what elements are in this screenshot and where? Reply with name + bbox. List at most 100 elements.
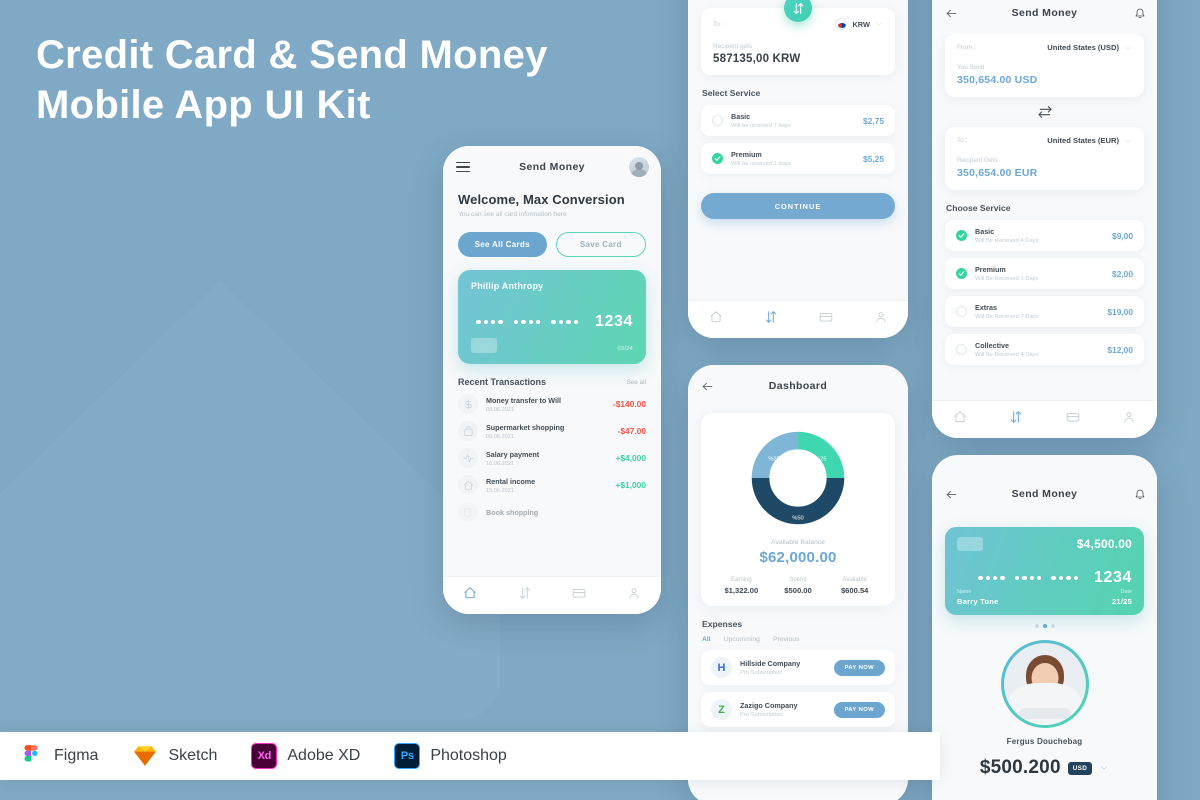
back-button[interactable] xyxy=(701,380,714,393)
radio-icon xyxy=(956,344,967,355)
software-compatibility-bar: Figma Sketch Xd Adobe XD Ps Photoshop xyxy=(0,732,940,780)
nav-user-icon[interactable] xyxy=(627,586,641,605)
nav-transfer-icon[interactable] xyxy=(518,586,532,605)
card-last4: 1234 xyxy=(595,313,633,330)
expense-row-hillside[interactable]: H Hillside Company Pro Subscription PAY … xyxy=(701,650,895,685)
service-name: Premium xyxy=(731,150,762,159)
from-country-selector[interactable]: United States (USD) xyxy=(1047,43,1132,52)
see-all-link[interactable]: See all xyxy=(626,379,646,386)
from-country: United States (USD) xyxy=(1047,43,1119,52)
carousel-dot[interactable] xyxy=(1034,624,1039,628)
expenses-tabs: All Upcomming Previous xyxy=(688,629,908,643)
transactions-title: Recent Transactions xyxy=(458,377,547,387)
software-item-photoshop: Ps Photoshop xyxy=(394,743,507,769)
chevron-down-icon[interactable] xyxy=(1099,763,1109,773)
transaction-row[interactable]: Book shopping xyxy=(443,495,661,522)
welcome-greeting: Welcome, Max Conversion xyxy=(458,192,625,207)
background-watermark xyxy=(0,280,500,720)
radio-checked-icon xyxy=(956,268,967,279)
nav-card-icon[interactable] xyxy=(572,586,586,605)
nav-user-icon[interactable] xyxy=(1122,410,1136,429)
pay-now-button[interactable]: PAY NOW xyxy=(833,701,885,718)
transaction-row[interactable]: Supermarket shopping 06.06.2021 -$47.00 xyxy=(443,414,661,441)
user-avatar xyxy=(628,156,650,178)
chevron-down-icon xyxy=(1125,46,1131,49)
see-all-cards-button[interactable]: See All Cards xyxy=(458,232,547,257)
save-card-button[interactable]: Save Card xyxy=(555,232,646,257)
profile-button[interactable] xyxy=(628,156,650,178)
transaction-amount: -$47.00 xyxy=(617,426,646,436)
card-chip-icon xyxy=(957,537,983,551)
tab-previous[interactable]: Previous xyxy=(773,636,799,643)
back-button[interactable] xyxy=(945,7,958,20)
card-number: 1234 xyxy=(458,313,633,331)
notifications-button[interactable] xyxy=(1134,488,1146,500)
nav-user-icon[interactable] xyxy=(874,310,888,329)
card-carousel-dots[interactable] xyxy=(932,624,1157,628)
software-label: Figma xyxy=(54,747,99,764)
transaction-amount: -$140.00 xyxy=(612,399,646,409)
recipient-gets-label: Recipent gets xyxy=(713,43,753,50)
nav-transfer-icon[interactable] xyxy=(764,310,778,329)
service-option-premium[interactable]: Premium Will Be Received 1 Days $2,00 xyxy=(945,258,1144,289)
tab-all[interactable]: All xyxy=(702,636,711,643)
transaction-amount: +$1,000 xyxy=(615,480,646,490)
phone1-title: Send Money xyxy=(519,161,585,173)
back-button[interactable] xyxy=(945,488,958,501)
continue-button[interactable]: CONTINUE xyxy=(701,193,895,219)
service-option-premium[interactable]: Premium Will be received 1 days $5,25 xyxy=(701,143,895,174)
pay-now-button[interactable]: PAY NOW xyxy=(833,659,885,676)
service-option-basic[interactable]: Basic Will Be Received 4 Days $9,00 xyxy=(945,220,1144,251)
card-name-label: Name xyxy=(957,589,972,595)
nav-card-icon[interactable] xyxy=(1066,410,1080,429)
profile-avatar xyxy=(1000,640,1089,728)
tab-upcomming[interactable]: Upcomming xyxy=(724,636,760,643)
phone-mockup-select-service: To : KRW Recipent gets 587135,00 KRW Sel… xyxy=(688,0,908,338)
to-label: To : xyxy=(713,20,724,28)
credit-card[interactable]: $4,500.00 1234 Name Barry Tone Date 21/2… xyxy=(945,527,1144,615)
swap-icon xyxy=(1037,106,1052,118)
donut-chart: %25 %50 %25 xyxy=(713,426,883,530)
card-name-value: Barry Tone xyxy=(957,597,999,606)
activity-icon xyxy=(458,448,478,468)
phone-mockup-profile: Send Money $4,500.00 1234 Name Barry Ton… xyxy=(932,455,1157,800)
balance-card: %25 %50 %25 Available Balance $62,000.00… xyxy=(701,413,895,606)
from-currency-card: From : United States (USD) You Send 350,… xyxy=(945,34,1144,97)
currency-badge[interactable]: USD xyxy=(1067,761,1093,775)
transaction-row[interactable]: Rental income 15.06.2021 +$1,000 xyxy=(443,468,661,495)
back-arrow-icon xyxy=(946,490,957,498)
menu-button[interactable] xyxy=(456,161,470,173)
carousel-dot[interactable] xyxy=(1050,624,1055,628)
phone2-bottom-nav xyxy=(688,300,908,338)
hamburger-icon xyxy=(456,161,470,173)
card-actions: See All Cards Save Card xyxy=(443,218,661,257)
expense-row-zazigo[interactable]: Z Zazigo Company Pro Subscription PAY NO… xyxy=(701,692,895,727)
nav-home-icon[interactable] xyxy=(709,310,723,329)
profile-amount-row: $500.200 USD xyxy=(932,757,1157,779)
transaction-date: 08.06.2021 xyxy=(486,406,514,413)
service-option-basic[interactable]: Basic Will be received 7 days $2,75 xyxy=(701,105,895,136)
photoshop-icon: Ps xyxy=(394,743,421,769)
transaction-row[interactable]: Money transfer to Will 08.06.2021 -$140.… xyxy=(443,387,661,414)
donut-label-1: %25 xyxy=(815,456,826,462)
carousel-dot-active[interactable] xyxy=(1042,624,1047,628)
nav-card-icon[interactable] xyxy=(819,310,833,329)
nav-home-icon[interactable] xyxy=(953,410,967,429)
service-price: $12,00 xyxy=(1107,344,1133,355)
software-label: Adobe XD xyxy=(287,747,361,764)
phone3-title: Send Money xyxy=(1011,7,1078,19)
radio-icon xyxy=(712,115,723,126)
profile-name: Fergus Douchebag xyxy=(1006,737,1083,746)
transaction-row[interactable]: Salary payment 10.06.2021 +$4,000 xyxy=(443,441,661,468)
service-desc: Will be received 7 days xyxy=(731,123,791,129)
nav-transfer-icon[interactable] xyxy=(1009,410,1023,429)
swap-currency-button[interactable] xyxy=(932,97,1157,127)
notifications-button[interactable] xyxy=(1134,7,1146,19)
service-option-extras[interactable]: Extras Will Be Received 7 Days $19,00 xyxy=(945,296,1144,327)
credit-card[interactable]: Phillip Anthropy 1234 03/24 xyxy=(458,270,646,364)
card-masked-group xyxy=(551,319,578,325)
service-option-collective[interactable]: Collective Will Be Received 4 Days $12,0… xyxy=(945,334,1144,365)
nav-home-icon[interactable] xyxy=(463,586,477,605)
to-country-selector[interactable]: United States (EUR) xyxy=(1047,136,1132,145)
currency-selector[interactable]: KRW xyxy=(835,18,883,30)
